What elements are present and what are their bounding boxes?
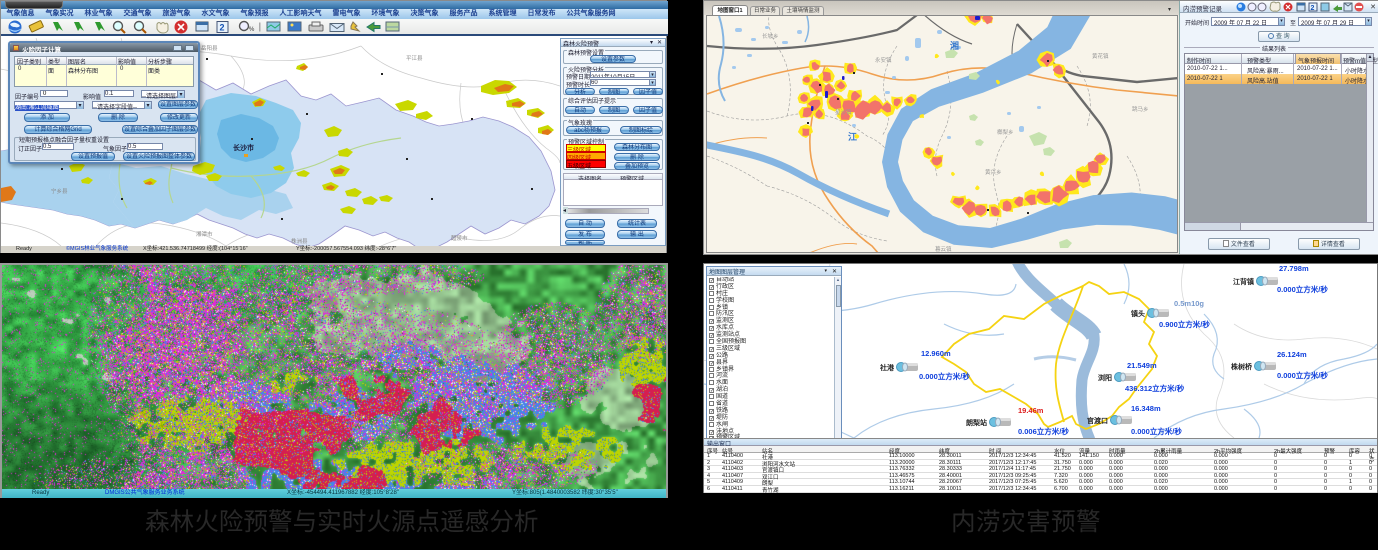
svg-text:26.124m: 26.124m — [1277, 350, 1307, 359]
svg-text:岳阳县: 岳阳县 — [201, 44, 218, 52]
svg-text:湘潭市: 湘潭市 — [196, 230, 213, 238]
svg-text:436.312立方米/秒: 436.312立方米/秒 — [1125, 383, 1185, 393]
svg-text:黄兴乡: 黄兴乡 — [985, 168, 1002, 176]
svg-text:朗梨站: 朗梨站 — [966, 418, 987, 427]
svg-text:官渡口: 官渡口 — [1087, 416, 1108, 425]
svg-text:0.000立方米/秒: 0.000立方米/秒 — [919, 371, 970, 381]
svg-text:16.348m: 16.348m — [1131, 404, 1161, 413]
svg-text:0.000立方米/秒: 0.000立方米/秒 — [1277, 284, 1328, 294]
svg-text:27.798m: 27.798m — [1279, 264, 1309, 273]
svg-text:平江县: 平江县 — [406, 55, 423, 62]
svg-text:0.900立方米/秒: 0.900立方米/秒 — [1159, 319, 1210, 329]
svg-text:江背镇: 江背镇 — [1233, 277, 1254, 286]
svg-text:株树桥: 株树桥 — [1231, 362, 1253, 371]
svg-text:浏阳: 浏阳 — [1098, 373, 1112, 382]
svg-text:江: 江 — [848, 131, 857, 142]
svg-text:社港: 社港 — [879, 363, 895, 372]
svg-text:2: 2 — [1311, 5, 1315, 12]
svg-text:0.006立方米/秒: 0.006立方米/秒 — [1018, 426, 1069, 436]
svg-text:19.46m: 19.46m — [1018, 406, 1044, 415]
svg-text:镇头: 镇头 — [1131, 309, 1145, 318]
svg-text:长沙市: 长沙市 — [233, 143, 254, 152]
svg-text:株洲县: 株洲县 — [291, 237, 308, 245]
svg-text:湘: 湘 — [950, 40, 959, 51]
svg-text:跳马乡: 跳马乡 — [1132, 105, 1149, 113]
svg-text:榔梨乡: 榔梨乡 — [997, 128, 1014, 136]
svg-text:21.549m: 21.549m — [1127, 361, 1157, 370]
svg-text:0.5m10g: 0.5m10g — [1174, 299, 1204, 308]
svg-text:星沙镇: 星沙镇 — [835, 108, 852, 116]
svg-text:宁乡县: 宁乡县 — [51, 187, 68, 195]
svg-text:0.000立方米/秒: 0.000立方米/秒 — [1277, 370, 1328, 380]
svg-text:永安镇: 永安镇 — [875, 56, 892, 64]
svg-text:长坡乡: 长坡乡 — [762, 32, 779, 40]
svg-text:暮云镇: 暮云镇 — [935, 245, 952, 253]
svg-text:醴陵市: 醴陵市 — [451, 234, 468, 242]
svg-text:黄花镇: 黄花镇 — [1092, 52, 1109, 60]
svg-text:%: % — [249, 27, 255, 33]
svg-text:0.000立方米/秒: 0.000立方米/秒 — [1131, 426, 1182, 436]
svg-text:2: 2 — [220, 23, 225, 33]
svg-text:12.960m: 12.960m — [921, 349, 951, 358]
